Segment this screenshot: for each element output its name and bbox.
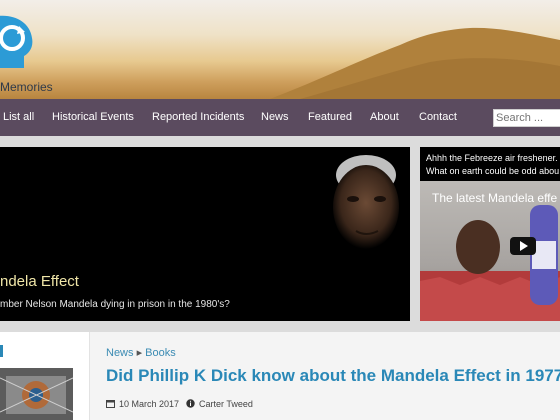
breadcrumb: News ▸ Books (106, 346, 176, 359)
accent-bar (0, 345, 3, 357)
nav-item-news[interactable]: News (261, 111, 289, 123)
mandela-portrait-image (333, 155, 399, 249)
sidebar-line-1: Ahhh the Febreeze air freshener. (426, 153, 558, 163)
nav-item-historical-events[interactable]: Historical Events (52, 111, 134, 123)
site-header: Memories (0, 0, 560, 99)
nav-item-featured[interactable]: Featured (308, 111, 352, 123)
calendar-icon (106, 400, 115, 408)
sidebar-featured: Ahhh the Febreeze air freshener. What on… (420, 147, 560, 321)
hero-title[interactable]: ndela Effect (0, 273, 79, 290)
nav-item-list-all[interactable]: List all (3, 111, 34, 123)
nav-item-about[interactable]: About (370, 111, 399, 123)
nav-item-contact[interactable]: Contact (419, 111, 457, 123)
site-title[interactable]: Memories (0, 80, 53, 94)
thumbnail-machinery-image (0, 368, 73, 420)
video-thumbnail[interactable]: The latest Mandela effe (420, 181, 560, 321)
sidebar-line-2: What on earth could be odd abou (426, 166, 560, 176)
hero-subtitle: mber Nelson Mandela dying in prison in t… (0, 299, 230, 310)
post-title[interactable]: Did Phillip K Dick know about the Mandel… (106, 366, 560, 386)
video-title[interactable]: The latest Mandela effe (432, 191, 557, 205)
play-icon[interactable] (510, 237, 536, 255)
post-date-text: 10 March 2017 (119, 399, 180, 409)
featured-slide[interactable]: ndela Effect mber Nelson Mandela dying i… (0, 147, 410, 321)
post-date: 10 March 2017 (106, 399, 179, 409)
search-input[interactable] (493, 109, 560, 127)
breadcrumb-books[interactable]: Books (145, 347, 176, 359)
post-author-text[interactable]: Carter Tweed (199, 399, 253, 409)
post-author[interactable]: Carter Tweed (186, 399, 253, 409)
logo-icon[interactable] (0, 8, 36, 74)
nav-item-reported-incidents[interactable]: Reported Incidents (152, 111, 244, 123)
post-thumbnail[interactable] (0, 368, 73, 420)
header-landscape (270, 27, 560, 99)
person-icon (186, 399, 195, 408)
chevron-right-icon: ▸ (136, 347, 143, 359)
breadcrumb-news[interactable]: News (106, 347, 134, 359)
